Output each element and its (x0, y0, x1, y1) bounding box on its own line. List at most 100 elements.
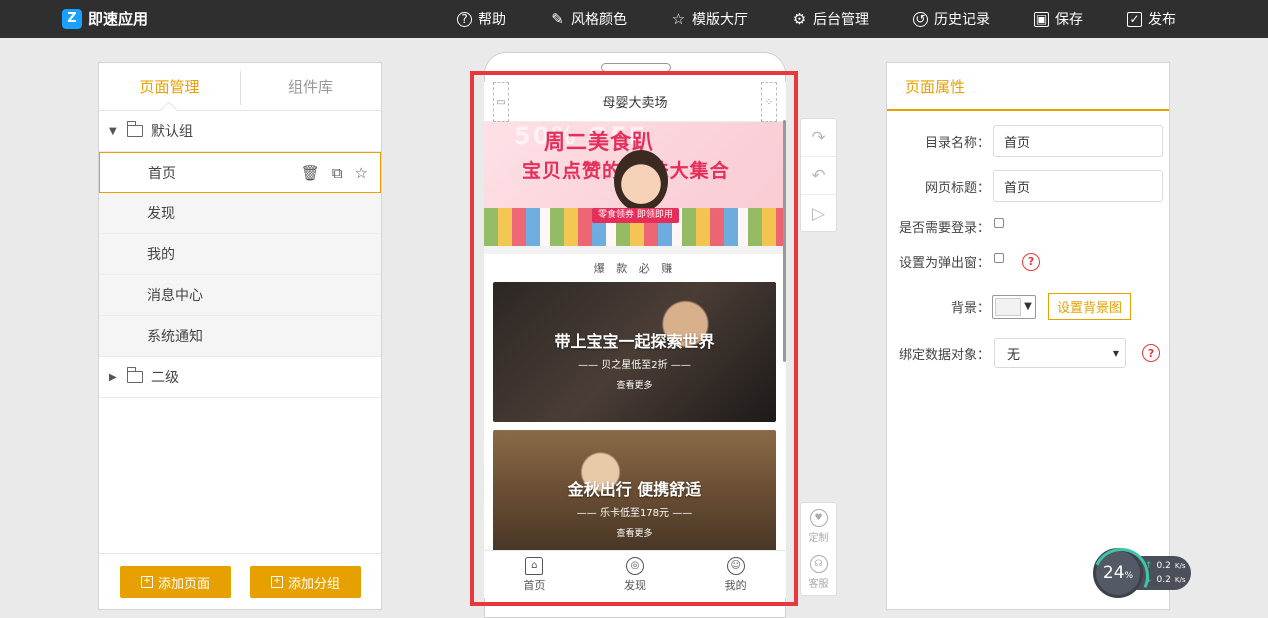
download-unit: K/s (1174, 576, 1186, 584)
phone-screen[interactable]: ▭ 母婴大卖场 ⁘ 50% OFF 周二美食趴 宝贝点赞的 美味大集合 零食领券… (484, 82, 786, 598)
gear-icon: ⚙ (792, 9, 807, 28)
phone-speaker (601, 63, 671, 72)
preview-icon[interactable]: ▷ (801, 195, 836, 233)
network-speed-widget[interactable]: ↑ 0.2K/s ↓ 0.2K/s 24% (1093, 548, 1193, 598)
phone-header-title: 母婴大卖场 (602, 96, 668, 111)
service-button[interactable]: ☊ 客服 (801, 549, 836, 595)
grid-icon[interactable]: ⁘ (761, 82, 777, 122)
page-name: 消息中心 (147, 288, 203, 304)
banner-coupon-tag: 零食领券 即领即用 (592, 208, 679, 223)
star-icon: ☆ (671, 9, 686, 28)
nav-style-color-label: 风格颜色 (571, 12, 627, 28)
page-row-tools: 🗑 ⧉ ☆ (301, 153, 368, 192)
palette-icon: ✎ (551, 9, 564, 28)
banner-image[interactable]: 50% OFF 周二美食趴 宝贝点赞的 美味大集合 零食领券 即领即用 (484, 122, 786, 246)
publish-icon: ✓ (1127, 11, 1142, 27)
need-login-checkbox[interactable] (994, 217, 1005, 228)
tab-component-library[interactable]: 组件库 (240, 63, 381, 110)
tree-page-messages[interactable]: 消息中心 (99, 275, 381, 316)
add-group-icon: + (270, 576, 283, 588)
background-color-picker[interactable]: ▼ (992, 294, 1037, 319)
nav-publish[interactable]: ✓ 发布 (1127, 9, 1176, 29)
background-label: 背景： (951, 301, 991, 316)
page-properties-panel: 页面属性 目录名称： 网页标题： 是否需要登录： 设置为弹出窗： ? 背景： ▼… (886, 62, 1170, 610)
page-name: 发现 (147, 206, 175, 222)
help-icon[interactable]: ? (1142, 344, 1161, 362)
nav-help[interactable]: ? 帮助 (457, 9, 506, 29)
page-title-input[interactable] (993, 170, 1164, 202)
tree-page-discover[interactable]: 发现 (99, 193, 381, 234)
add-group-button[interactable]: + 添加分组 (250, 566, 361, 598)
popup-field: 设置为弹出窗： ? (899, 252, 1041, 271)
redo-icon[interactable]: ↷ (801, 119, 836, 157)
undo-icon[interactable]: ↶ (801, 157, 836, 195)
background-field: 背景： ▼ 设置背景图 (951, 293, 1132, 320)
page-name: 我的 (147, 247, 175, 263)
nav-admin[interactable]: ⚙ 后台管理 (792, 9, 869, 29)
custom-label: 定制 (808, 532, 829, 544)
panel-tabs: 页面管理 组件库 (99, 63, 381, 119)
nav-save[interactable]: ▣ 保存 (1034, 9, 1083, 29)
promo-card-stroller[interactable]: 带上宝宝一起探索世界 —— 贝之星低至2折 —— 查看更多 (493, 282, 776, 422)
dir-name-input[interactable] (993, 125, 1164, 157)
page-manager-panel: 页面管理 组件库 ▼ 默认组 首页 🗑 ⧉ ☆ 发现 我的 消息中心 系统通知 … (98, 62, 382, 610)
group-name: 默认组 (151, 124, 193, 140)
tree-group-second[interactable]: ▶ 二级 (99, 357, 381, 398)
trash-icon[interactable]: 🗑 (301, 164, 320, 182)
tree-page-home[interactable]: 首页 🗑 ⧉ ☆ (99, 152, 381, 193)
copy-icon[interactable]: ⧉ (332, 164, 343, 182)
need-login-label: 是否需要登录： (899, 221, 991, 236)
tree-page-notifications[interactable]: 系统通知 (99, 316, 381, 357)
promo-title: 金秋出行 便携舒适 (567, 480, 702, 499)
color-swatch (995, 297, 1022, 316)
folder-icon (126, 367, 143, 383)
upload-speed: ↑ 0.2 K/s (1145, 561, 1185, 571)
message-icon[interactable]: ▭ (493, 82, 509, 122)
group-name: 二级 (151, 370, 179, 386)
custom-button[interactable]: ♥ 定制 (801, 503, 836, 549)
usage-gauge: 24% (1093, 548, 1143, 598)
tabbar-home[interactable]: ⌂ 首页 (484, 551, 585, 598)
set-background-image-button[interactable]: 设置背景图 (1048, 293, 1132, 320)
promo-subtitle: —— 乐卡低至178元 —— (576, 508, 693, 519)
expanded-triangle-icon[interactable]: ▼ (109, 126, 119, 137)
tabbar-label: 首页 (523, 578, 546, 592)
phone-scrollbar[interactable] (783, 120, 786, 362)
tabbar-mine[interactable]: ☺ 我的 (685, 551, 786, 598)
top-nav: ? 帮助 ✎ 风格颜色 ☆ 模版大厅 ⚙ 后台管理 ↺ 历史记录 ▣ 保存 ✓ … (413, 0, 1176, 38)
phone-header[interactable]: ▭ 母婴大卖场 ⁘ (484, 82, 786, 122)
bind-data-select[interactable]: 无 ▼ (994, 338, 1127, 368)
star-icon[interactable]: ☆ (355, 164, 368, 182)
dir-name-label: 目录名称： (925, 135, 991, 151)
heart-icon: ♥ (809, 508, 828, 527)
bind-data-label: 绑定数据对象： (899, 347, 991, 363)
promo-more-link[interactable]: 查看更多 (493, 526, 776, 539)
home-icon: ⌂ (525, 556, 544, 575)
popup-checkbox[interactable] (994, 252, 1005, 263)
app-logo[interactable]: Z 即速应用 (62, 8, 148, 29)
tabbar-label: 我的 (724, 578, 747, 592)
add-page-button[interactable]: + 添加页面 (120, 566, 231, 598)
tree-group-default[interactable]: ▼ 默认组 (99, 111, 381, 152)
tree-page-mine[interactable]: 我的 (99, 234, 381, 275)
help-icon[interactable]: ? (1022, 252, 1041, 271)
support-tools: ♥ 定制 ☊ 客服 (800, 502, 837, 596)
nav-templates[interactable]: ☆ 模版大厅 (671, 9, 748, 29)
section-title: 爆 款 必 赚 (484, 246, 786, 282)
add-page-label: 添加页面 (157, 576, 210, 592)
collapsed-triangle-icon[interactable]: ▶ (109, 372, 119, 383)
smile-icon: ☺ (726, 556, 745, 575)
nav-history[interactable]: ↺ 历史记录 (913, 9, 990, 29)
promo-more-link[interactable]: 查看更多 (493, 378, 776, 391)
promo-subtitle: —— 贝之星低至2折 —— (578, 360, 691, 371)
nav-style-color[interactable]: ✎ 风格颜色 (550, 9, 627, 29)
bind-data-value: 无 (1007, 347, 1021, 363)
tabbar-discover[interactable]: ◎ 发现 (585, 551, 686, 598)
history-icon: ↺ (913, 11, 928, 27)
page-title-field: 网页标题： (925, 170, 1164, 202)
page-title-label: 网页标题： (925, 180, 991, 196)
nav-history-label: 历史记录 (934, 12, 990, 28)
tab-divider (240, 71, 241, 105)
app-title: 即速应用 (88, 10, 149, 28)
promo-card-travel[interactable]: 金秋出行 便携舒适 —— 乐卡低至178元 —— 查看更多 (493, 430, 776, 570)
